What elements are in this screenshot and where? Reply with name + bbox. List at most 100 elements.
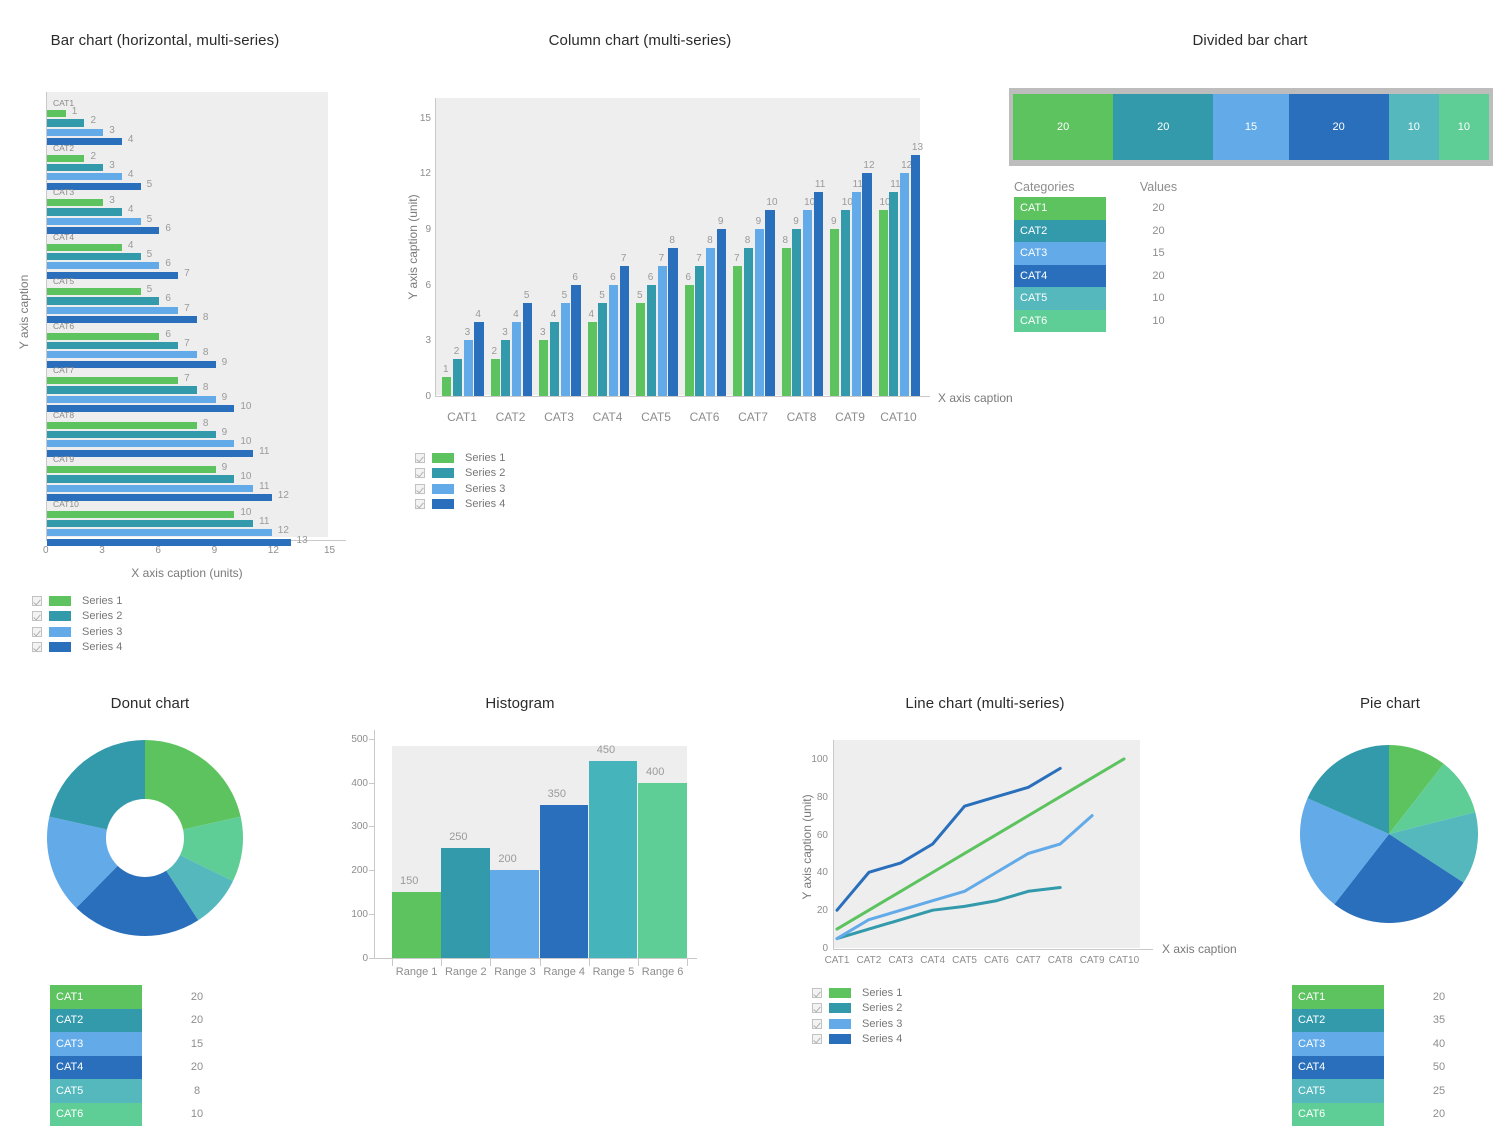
line-legend-item[interactable]: Series 2 [812, 1001, 902, 1017]
column-segment[interactable] [695, 266, 705, 396]
bar-segment[interactable] [47, 252, 141, 261]
histogram-bar[interactable] [588, 760, 638, 958]
column-segment[interactable] [539, 340, 549, 396]
bar-segment[interactable] [47, 529, 272, 537]
table-row[interactable]: CAT5 8 [50, 1079, 252, 1103]
column-segment[interactable] [813, 191, 824, 396]
line-series-path[interactable] [835, 766, 1062, 912]
line-legend-item[interactable]: Series 3 [812, 1016, 902, 1032]
bar-legend-item[interactable]: Series 1 [32, 593, 122, 609]
bar-segment[interactable] [47, 405, 235, 413]
bar-segment[interactable] [47, 519, 254, 528]
checkbox-checked-icon[interactable] [32, 595, 42, 606]
column-segment[interactable] [668, 247, 678, 396]
column-segment[interactable] [889, 191, 899, 396]
bar-segment[interactable] [47, 128, 104, 136]
divided-bar-segment[interactable]: 10 [1388, 94, 1439, 160]
column-segment[interactable] [684, 284, 694, 396]
bar-segment[interactable] [47, 163, 104, 172]
bar-segment[interactable] [47, 173, 122, 181]
bar-chart-legend[interactable]: Series 1 Series 2 Series 3 Series 4 [32, 593, 122, 655]
column-segment[interactable] [862, 173, 872, 396]
bar-segment[interactable] [47, 395, 216, 403]
checkbox-checked-icon[interactable] [812, 1003, 822, 1014]
checkbox-checked-icon[interactable] [812, 1018, 822, 1029]
checkbox-checked-icon[interactable] [812, 987, 822, 998]
table-row[interactable]: CAT5 10 [1014, 287, 1211, 310]
pie-graphic[interactable] [1300, 745, 1478, 923]
table-row[interactable]: CAT1 20 [1014, 197, 1211, 220]
checkbox-checked-icon[interactable] [415, 452, 425, 463]
column-segment[interactable] [490, 358, 500, 396]
bar-legend-item[interactable]: Series 4 [32, 640, 122, 656]
column-segment[interactable] [706, 247, 716, 396]
divided-bar-segment[interactable]: 15 [1213, 94, 1289, 160]
bar-segment[interactable] [47, 154, 85, 162]
bar-segment[interactable] [47, 243, 122, 251]
column-segment[interactable] [910, 154, 921, 396]
table-row[interactable]: CAT2 20 [1014, 219, 1211, 242]
table-row[interactable]: CAT4 20 [1014, 264, 1211, 287]
column-segment[interactable] [636, 303, 646, 396]
column-legend-item[interactable]: Series 4 [415, 497, 505, 513]
column-segment[interactable] [851, 191, 861, 396]
column-segment[interactable] [716, 228, 727, 396]
bar-segment[interactable] [47, 538, 291, 546]
table-row[interactable]: CAT3 15 [1014, 242, 1211, 265]
column-legend-item[interactable]: Series 3 [415, 481, 505, 497]
column-segment[interactable] [598, 303, 608, 396]
bar-segment[interactable] [47, 430, 216, 439]
column-segment[interactable] [646, 284, 656, 396]
bar-segment[interactable] [47, 217, 141, 225]
column-segment[interactable] [657, 266, 667, 396]
column-segment[interactable] [900, 173, 910, 396]
column-segment[interactable] [474, 321, 484, 396]
divided-bar-segment[interactable]: 10 [1438, 94, 1489, 160]
column-segment[interactable] [792, 228, 802, 396]
column-segment[interactable] [452, 358, 462, 396]
bar-segment[interactable] [47, 119, 85, 127]
table-row[interactable]: CAT3 15 [50, 1032, 252, 1056]
column-segment[interactable] [878, 210, 888, 396]
bar-segment[interactable] [47, 484, 254, 492]
bar-segment[interactable] [47, 332, 160, 340]
table-row[interactable]: CAT6 10 [50, 1102, 252, 1126]
column-segment[interactable] [522, 303, 533, 396]
histogram-bar[interactable] [539, 804, 589, 958]
bar-legend-item[interactable]: Series 3 [32, 624, 122, 640]
column-segment[interactable] [754, 228, 764, 396]
bar-segment[interactable] [47, 341, 179, 350]
bar-segment[interactable] [47, 351, 197, 359]
column-segment[interactable] [781, 247, 791, 396]
checkbox-checked-icon[interactable] [415, 468, 425, 479]
divided-bar-segment[interactable]: 20 [1113, 94, 1214, 160]
bar-segment[interactable] [47, 475, 235, 483]
checkbox-checked-icon[interactable] [32, 626, 42, 637]
column-segment[interactable] [830, 228, 840, 396]
histogram-bar[interactable] [490, 870, 539, 958]
line-legend-item[interactable]: Series 4 [812, 1032, 902, 1048]
bar-segment[interactable] [47, 421, 197, 429]
table-row[interactable]: CAT6 20 [1292, 1102, 1494, 1126]
bar-segment[interactable] [47, 440, 235, 448]
divided-bar-segment[interactable]: 20 [1013, 94, 1114, 160]
bar-segment[interactable] [47, 199, 104, 207]
histogram-bar[interactable] [392, 892, 441, 958]
table-row[interactable]: CAT4 50 [1292, 1055, 1494, 1079]
table-row[interactable]: CAT1 20 [50, 985, 252, 1009]
bar-segment[interactable] [47, 306, 179, 314]
column-segment[interactable] [571, 284, 581, 396]
bar-segment[interactable] [47, 494, 272, 502]
column-segment[interactable] [765, 210, 775, 396]
column-segment[interactable] [609, 284, 619, 396]
column-segment[interactable] [549, 321, 559, 396]
column-segment[interactable] [587, 321, 597, 396]
table-row[interactable]: CAT6 10 [1014, 309, 1211, 332]
column-segment[interactable] [463, 340, 473, 396]
bar-segment[interactable] [47, 110, 66, 118]
table-row[interactable]: CAT2 35 [1292, 1008, 1494, 1032]
column-segment[interactable] [743, 247, 753, 396]
column-segment[interactable] [512, 321, 522, 396]
table-row[interactable]: CAT1 20 [1292, 985, 1494, 1009]
divided-bar-segment[interactable]: 20 [1288, 94, 1389, 160]
